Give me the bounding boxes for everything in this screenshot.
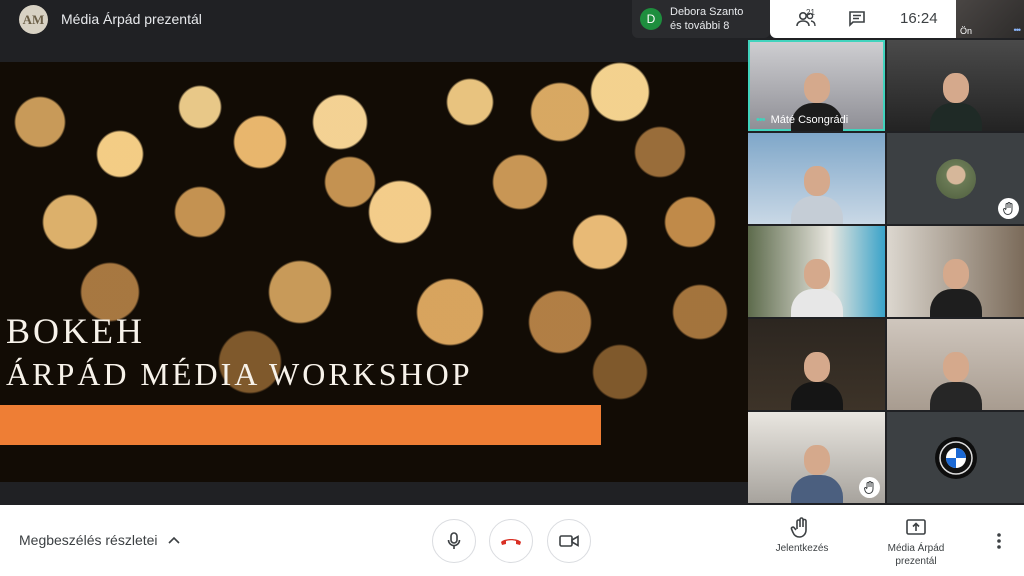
presentation-slide: BOKEH ÁRPÁD MÉDIA WORKSHOP xyxy=(0,62,748,482)
join-line-1: Debora Szanto xyxy=(670,6,744,18)
participant-tile[interactable]: ••• Máté Csongrádi xyxy=(748,40,885,131)
top-bar: AM Média Árpád prezentál D Debora Szanto… xyxy=(0,0,1024,40)
participant-tile[interactable] xyxy=(887,412,1024,503)
more-vert-icon xyxy=(997,533,1001,549)
participant-name: ••• Máté Csongrádi xyxy=(756,114,848,126)
participant-tile[interactable] xyxy=(748,133,885,224)
people-button[interactable] xyxy=(786,0,826,38)
chevron-up-icon xyxy=(167,536,180,544)
present-icon xyxy=(906,519,926,535)
participant-tile[interactable] xyxy=(887,133,1024,224)
self-label: Ön xyxy=(960,26,973,36)
bmw-logo-icon xyxy=(938,440,973,475)
raised-hand-badge xyxy=(859,477,880,498)
raise-hand-label: Jelentkezés xyxy=(775,543,829,554)
self-view[interactable]: Ön ••• xyxy=(956,0,1024,38)
present-button[interactable]: Média Árpád prezentál xyxy=(871,517,961,568)
audio-indicator: ••• xyxy=(756,114,766,126)
hand-icon xyxy=(863,481,873,494)
presenter-avatar: AM xyxy=(19,5,48,34)
participant-video xyxy=(929,259,982,317)
hangup-icon xyxy=(501,539,521,545)
presentation-stage: BOKEH ÁRPÁD MÉDIA WORKSHOP xyxy=(0,40,748,505)
participant-video xyxy=(929,73,982,131)
participant-tile[interactable] xyxy=(748,226,885,317)
meeting-details-button[interactable]: Megbeszélés részletei xyxy=(19,532,180,548)
present-label-2: prezentál xyxy=(895,556,937,567)
leave-call-button[interactable] xyxy=(489,519,533,563)
bottom-bar: Megbeszélés részletei Jelentkezés Média … xyxy=(0,505,1024,576)
hand-icon xyxy=(790,517,807,538)
participant-video xyxy=(790,352,843,410)
chat-button[interactable] xyxy=(840,0,874,38)
meeting-details-label: Megbeszélés részletei xyxy=(19,532,158,548)
participant-video xyxy=(790,445,843,503)
participant-grid: ••• Máté Csongrádi xyxy=(748,40,1024,505)
more-options-button[interactable] xyxy=(988,529,1010,553)
slide-title: BOKEH xyxy=(6,311,145,351)
clock: 16:24 xyxy=(900,10,938,27)
people-count: 21 xyxy=(806,8,815,17)
participant-avatar xyxy=(934,436,977,479)
present-label-1: Média Árpád xyxy=(887,543,945,554)
microphone-button[interactable] xyxy=(432,519,476,563)
participant-video xyxy=(790,166,843,224)
participant-tile[interactable] xyxy=(887,226,1024,317)
mic-icon xyxy=(447,532,461,549)
slide-subtitle: ÁRPÁD MÉDIA WORKSHOP xyxy=(6,356,473,392)
participant-avatar xyxy=(935,158,976,199)
join-text: Debora Szanto és további 8 xyxy=(670,5,743,33)
join-notification[interactable]: D Debora Szanto és további 8 xyxy=(632,0,770,38)
participant-tile[interactable] xyxy=(748,319,885,410)
participant-video xyxy=(790,259,843,317)
raised-hand-badge xyxy=(998,198,1019,219)
meet-window: AM Média Árpád prezentál D Debora Szanto… xyxy=(0,0,1024,576)
join-line-2: és további 8 xyxy=(670,20,730,32)
raise-hand-button[interactable]: Jelentkezés xyxy=(757,517,847,555)
camera-button[interactable] xyxy=(547,519,591,563)
participant-tile[interactable] xyxy=(748,412,885,503)
participant-tile[interactable] xyxy=(887,319,1024,410)
self-audio-indicator: ••• xyxy=(1013,25,1022,35)
slide-accent-bar xyxy=(0,405,601,445)
participant-tile[interactable] xyxy=(887,40,1024,131)
presenter-title: Média Árpád prezentál xyxy=(61,11,202,27)
camera-icon xyxy=(559,535,579,547)
hand-icon xyxy=(1002,202,1012,215)
participant-name-text: Máté Csongrádi xyxy=(770,114,849,126)
participant-video xyxy=(929,352,982,410)
chat-icon xyxy=(849,11,865,27)
join-avatar: D xyxy=(640,8,662,30)
